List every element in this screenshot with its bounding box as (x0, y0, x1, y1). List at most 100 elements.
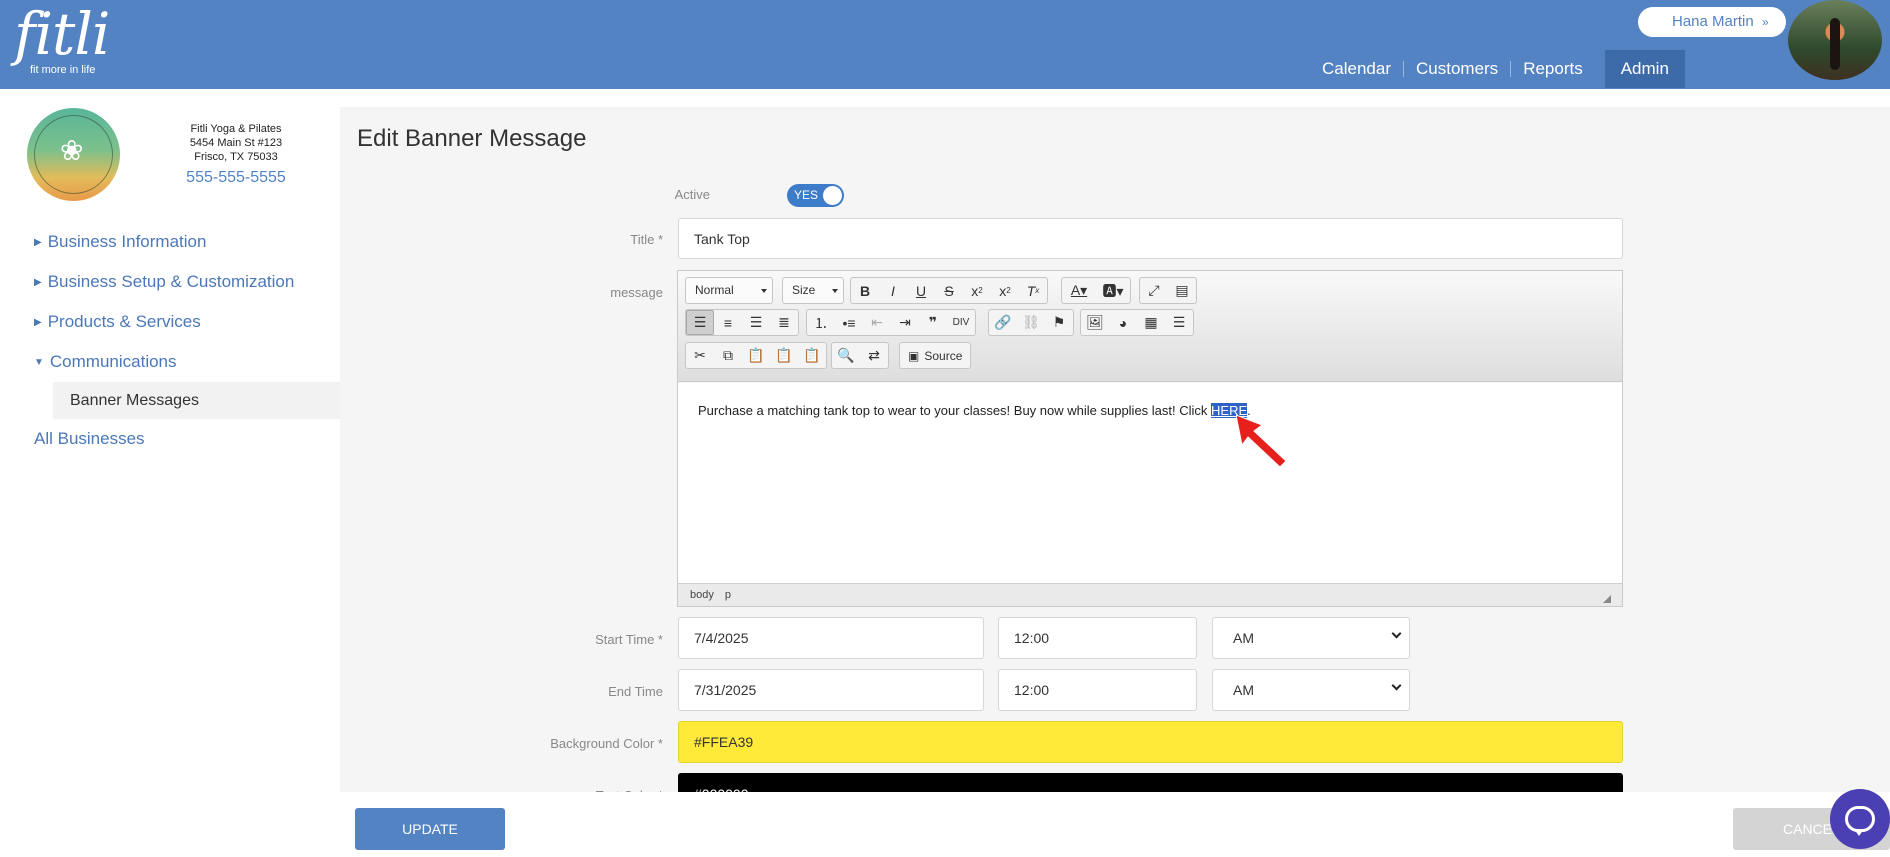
cut-icon[interactable]: ✂ (686, 343, 714, 368)
unlink-icon[interactable]: ⛓ (1017, 310, 1045, 335)
path-p[interactable]: p (725, 589, 731, 601)
caret-down-icon: ▼ (34, 356, 44, 368)
maximize-icon[interactable]: ⤢ (1140, 278, 1168, 303)
meditation-icon: ❀ (60, 135, 84, 166)
editor-content[interactable]: Purchase a matching tank top to wear to … (678, 383, 1622, 583)
remove-format-icon[interactable]: Tx (1019, 278, 1047, 303)
start-time-input[interactable]: 12:00 (998, 617, 1197, 659)
dropdown-arrow-icon (761, 289, 767, 293)
end-time-input[interactable]: 12:00 (998, 669, 1197, 711)
background-color-input[interactable]: #FFEA39 (678, 721, 1623, 763)
align-right-icon[interactable]: ☰ (742, 310, 770, 335)
active-toggle-value: YES (794, 188, 819, 202)
size-dropdown-value: Size (792, 283, 816, 297)
chevron-down-icon (1391, 680, 1402, 691)
sidebar-subitem-banner-messages[interactable]: Banner Messages (53, 382, 340, 419)
source-label: Source (924, 348, 963, 363)
chat-launcher-button[interactable] (1830, 789, 1890, 849)
main-nav: Calendar Customers Reports Admin (1310, 50, 1685, 88)
avatar-figure (1830, 18, 1840, 70)
sidebar-item-products-services[interactable]: ▶ Products & Services (0, 302, 340, 342)
logo-wordmark: fitli (14, 0, 110, 68)
indent-icon[interactable]: ⇥ (891, 310, 919, 335)
path-body[interactable]: body (690, 589, 714, 601)
sidebar-item-business-setup[interactable]: ▶ Business Setup & Customization (0, 262, 340, 302)
paste-text-icon[interactable]: 📋 (770, 343, 798, 368)
show-blocks-icon[interactable]: ▤ (1168, 278, 1196, 303)
resize-handle[interactable] (1603, 595, 1611, 603)
background-color-icon[interactable]: 🅰▾ (1096, 278, 1130, 303)
format-dropdown-value: Normal (695, 283, 734, 297)
superscript-icon[interactable]: x2 (991, 278, 1019, 303)
toggle-knob (823, 186, 842, 205)
image-icon[interactable]: 🖼 (1081, 310, 1109, 335)
user-menu-button[interactable]: Hana Martin » (1638, 7, 1786, 37)
end-time-label: End Time (608, 684, 663, 699)
strikethrough-icon[interactable]: S (935, 278, 963, 303)
nav-reports[interactable]: Reports (1511, 50, 1595, 88)
editor-path-bar: body p (678, 583, 1622, 606)
pointer-arrow-annotation (1236, 415, 1287, 467)
source-group: ▣ Source (899, 342, 972, 369)
sidebar-item-communications[interactable]: ▼ Communications (0, 342, 340, 382)
end-date-input[interactable]: 7/31/2025 (678, 669, 984, 711)
find-icon[interactable]: 🔍 (832, 343, 860, 368)
subscript-icon[interactable]: x2 (963, 278, 991, 303)
form-footer: UPDATE CANCEL (340, 792, 1890, 857)
anchor-flag-icon[interactable]: ⚑ (1045, 310, 1073, 335)
start-ampm-select[interactable]: AM (1212, 617, 1410, 659)
size-dropdown[interactable]: Size (782, 277, 844, 304)
top-header: fitli fit more in life Hana Martin » Cal… (0, 0, 1890, 89)
blockquote-icon[interactable]: ❞ (919, 310, 947, 335)
nav-admin[interactable]: Admin (1604, 50, 1685, 88)
title-input[interactable]: Tank Top (678, 218, 1623, 259)
start-date-input[interactable]: 7/4/2025 (678, 617, 984, 659)
justify-icon[interactable]: ≣ (770, 310, 798, 335)
dropdown-arrow-icon (832, 289, 838, 293)
business-name: Fitli Yoga & Pilates (190, 123, 282, 135)
sidebar-item-all-businesses[interactable]: All Businesses (0, 419, 340, 459)
nav-calendar[interactable]: Calendar (1310, 50, 1403, 88)
outdent-icon[interactable]: ⇤ (863, 310, 891, 335)
div-container-icon[interactable]: DIV (947, 310, 975, 335)
caret-right-icon: ▶ (34, 276, 42, 288)
link-icon[interactable]: 🔗 (989, 310, 1017, 335)
list-group: ⒈ •≡ ⇤ ⇥ ❞ DIV (806, 309, 976, 336)
update-button[interactable]: UPDATE (355, 808, 505, 850)
bulleted-list-icon[interactable]: •≡ (835, 310, 863, 335)
editor-toolbar: Normal Size B I U S x2 x2 Tx A▾ 🅰▾ ⤢ ▤ ☰… (678, 271, 1622, 382)
nav-customers[interactable]: Customers (1404, 50, 1510, 88)
source-button[interactable]: ▣ Source (900, 343, 970, 368)
avatar[interactable] (1788, 0, 1882, 80)
paste-word-icon[interactable]: 📋 (798, 343, 826, 368)
format-dropdown[interactable]: Normal (685, 277, 773, 304)
bold-icon[interactable]: B (851, 278, 879, 303)
horizontal-line-icon[interactable]: ☰ (1165, 310, 1193, 335)
flash-icon[interactable]: ◕ (1109, 310, 1137, 335)
italic-icon[interactable]: I (879, 278, 907, 303)
title-label: Title * (630, 232, 663, 247)
replace-icon[interactable]: ⇄ (860, 343, 888, 368)
end-ampm-select[interactable]: AM (1212, 669, 1410, 711)
business-phone[interactable]: 555-555-5555 (150, 167, 322, 189)
fitli-logo[interactable]: fitli fit more in life (14, 0, 110, 76)
business-info: Fitli Yoga & Pilates 5454 Main St #123 F… (150, 122, 322, 189)
numbered-list-icon[interactable]: ⒈ (807, 310, 835, 335)
paste-icon[interactable]: 📋 (742, 343, 770, 368)
align-left-icon[interactable]: ☰ (686, 310, 714, 335)
table-icon[interactable]: ▦ (1137, 310, 1165, 335)
sidebar-item-label: Business Information (47, 232, 207, 251)
active-toggle[interactable]: YES (787, 184, 844, 207)
color-group: A▾ 🅰▾ (1061, 277, 1131, 304)
text-color-icon[interactable]: A▾ (1062, 278, 1096, 303)
message-label: message (610, 285, 663, 300)
active-label: Active (674, 187, 710, 202)
start-time-label: Start Time * (595, 632, 663, 647)
underline-icon[interactable]: U (907, 278, 935, 303)
sidebar-item-label: Business Setup & Customization (47, 272, 295, 291)
background-color-label: Background Color * (550, 736, 663, 751)
sidebar-item-business-information[interactable]: ▶ Business Information (0, 222, 340, 262)
align-center-icon[interactable]: ≡ (714, 310, 742, 335)
caret-right-icon: ▶ (34, 236, 42, 248)
copy-icon[interactable]: ⧉ (714, 343, 742, 368)
